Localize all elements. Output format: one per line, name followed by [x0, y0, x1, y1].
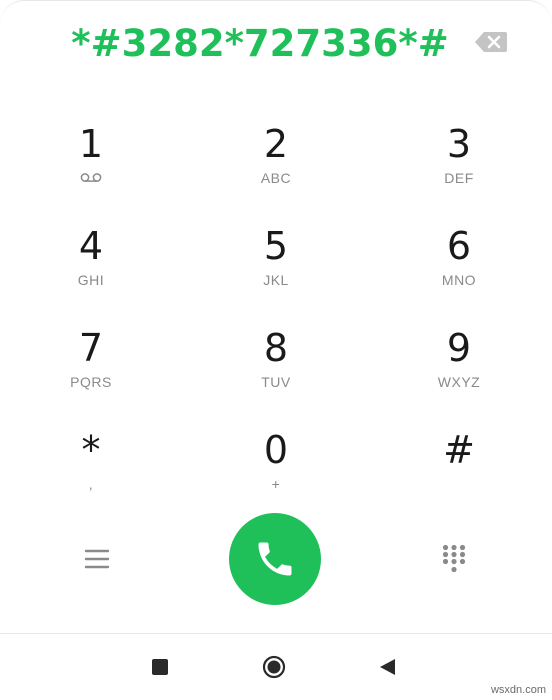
key-star[interactable]: * , [16, 426, 166, 516]
key-letters: GHI [77, 272, 105, 288]
key-digit: 5 [263, 224, 289, 268]
phone-icon [258, 542, 292, 576]
key-0[interactable]: 0 + [201, 426, 351, 516]
call-button[interactable] [229, 513, 321, 605]
key-letters [384, 474, 534, 494]
back-button[interactable] [378, 657, 398, 677]
circle-icon [262, 655, 286, 679]
key-letters: TUV [261, 374, 291, 390]
action-row [0, 510, 552, 610]
navigation-bar: wsxdn.com [0, 633, 552, 700]
key-2[interactable]: 2 ABC [201, 120, 351, 210]
key-letters: , [88, 476, 94, 492]
backspace-icon [475, 32, 507, 52]
key-digit: 3 [446, 122, 472, 166]
key-letters: PQRS [70, 374, 112, 390]
key-digit: 6 [446, 224, 472, 268]
key-letters: MNO [441, 272, 477, 288]
dialer-screen: *#3282*727336*# 1 2 ABC 3 DEF 4 GHI 5 JK… [0, 0, 552, 700]
key-9[interactable]: 9 WXYZ [384, 324, 534, 414]
key-letters: + [271, 476, 281, 492]
key-5[interactable]: 5 JKL [201, 222, 351, 312]
key-8[interactable]: 8 TUV [201, 324, 351, 414]
key-letters: JKL [263, 272, 289, 288]
dialpad-icon [442, 544, 466, 573]
key-digit: 7 [78, 326, 104, 370]
home-button[interactable] [262, 655, 286, 679]
key-3[interactable]: 3 DEF [384, 120, 534, 210]
key-letters [16, 168, 166, 188]
key-letters: ABC [260, 170, 292, 186]
key-4[interactable]: 4 GHI [16, 222, 166, 312]
backspace-button[interactable] [474, 30, 508, 54]
key-hash[interactable]: # [384, 426, 534, 516]
key-digit: 9 [446, 326, 472, 370]
menu-button[interactable] [84, 546, 110, 572]
triangle-back-icon [380, 659, 395, 675]
key-digit: 0 [263, 428, 289, 472]
key-letters: DEF [444, 170, 474, 186]
dialpad-toggle-button[interactable] [442, 544, 466, 574]
key-digit: 4 [78, 224, 104, 268]
dialed-number-display[interactable]: *#3282*727336*# [60, 16, 460, 72]
recents-button[interactable] [152, 659, 168, 675]
key-digit: 8 [263, 326, 289, 370]
key-letters: WXYZ [437, 374, 481, 390]
key-digit: 1 [78, 122, 104, 166]
menu-icon [84, 549, 110, 569]
voicemail-icon [80, 173, 102, 182]
key-7[interactable]: 7 PQRS [16, 324, 166, 414]
watermark-text: wsxdn.com [490, 684, 546, 696]
key-digit: # [443, 428, 475, 472]
key-digit: 2 [263, 122, 289, 166]
key-1[interactable]: 1 [16, 120, 166, 210]
key-6[interactable]: 6 MNO [384, 222, 534, 312]
key-digit: * [81, 428, 101, 472]
